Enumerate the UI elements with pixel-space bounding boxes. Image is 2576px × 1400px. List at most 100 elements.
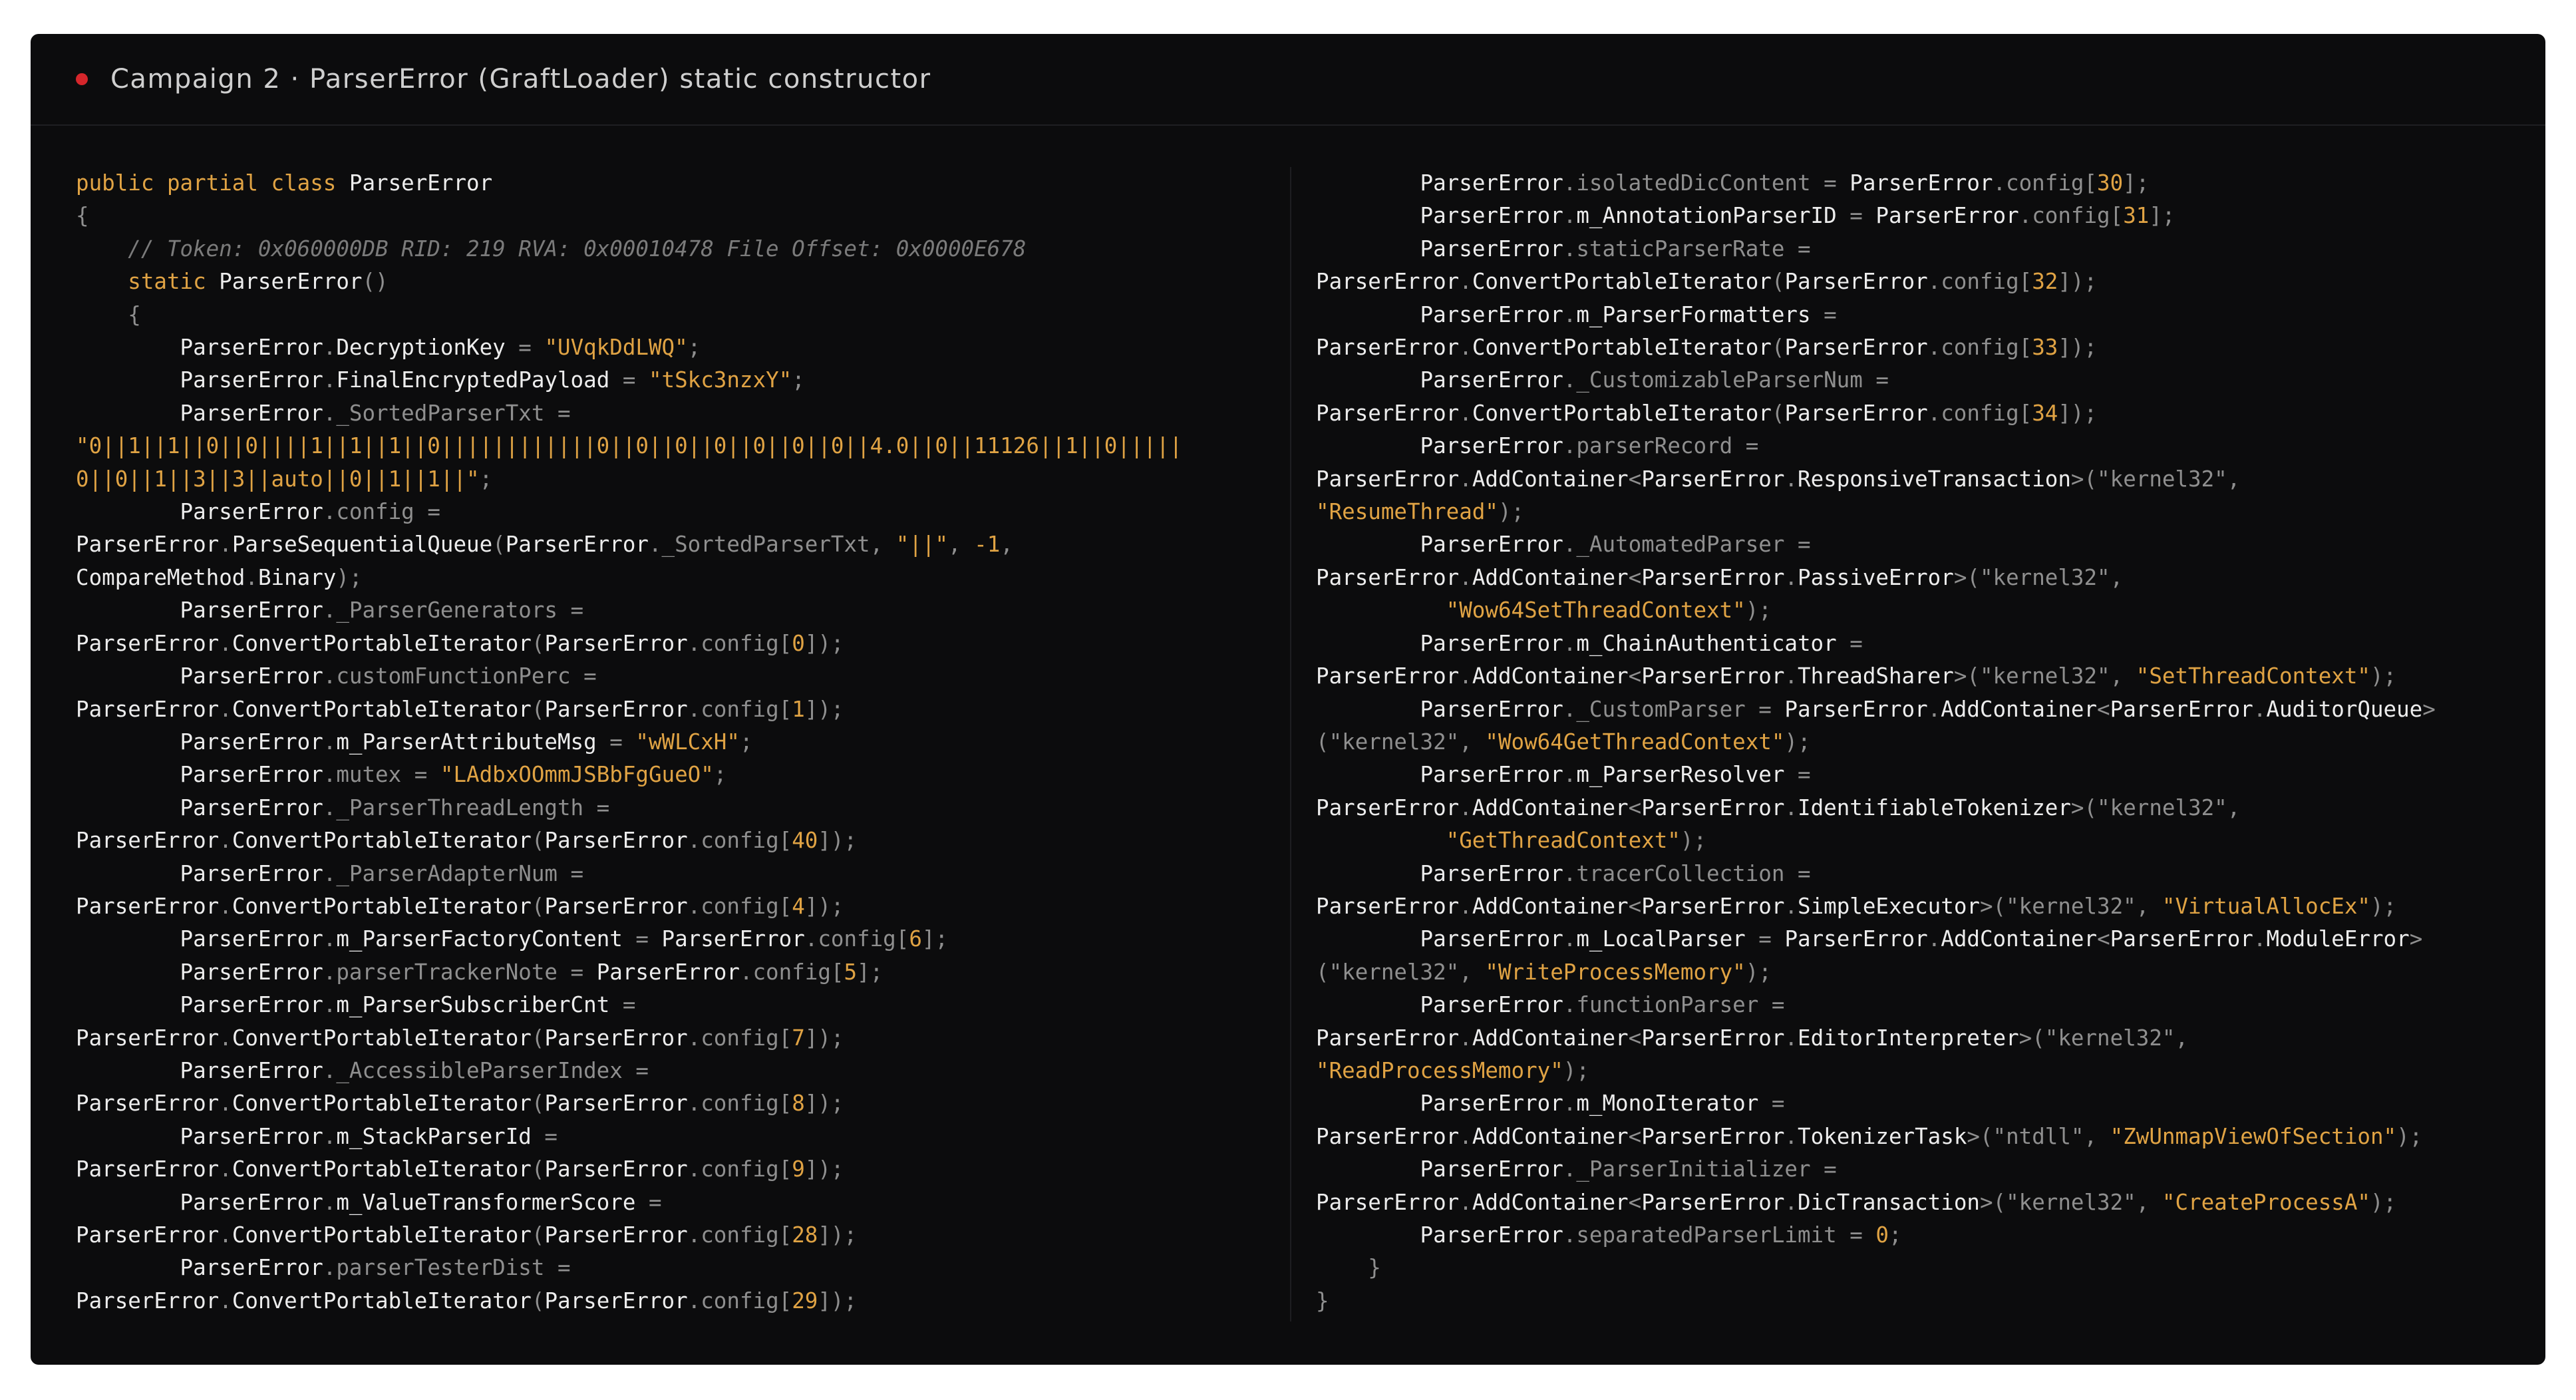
- code-token: (: [1771, 335, 1785, 361]
- code-token: .: [323, 367, 337, 393]
- code-token: ;: [479, 466, 493, 492]
- code-line: ParserError.ParseSequentialQueue(ParserE…: [76, 528, 1273, 561]
- code-token: ParserError: [1316, 1123, 1460, 1149]
- code-token: ParserError: [544, 1091, 688, 1117]
- code-token: ConvertPortableIterator: [1472, 400, 1772, 426]
- code-token: "SetThreadContext": [2136, 663, 2370, 689]
- code-token: =: [622, 926, 662, 952]
- code-token: .: [323, 926, 337, 952]
- code-token: );: [1563, 1057, 1589, 1083]
- code-token: ParserError: [2110, 696, 2253, 722]
- code-line: ParserError.ConvertPortableIterator(Pars…: [1316, 265, 2513, 298]
- code-token: .: [1563, 203, 1577, 229]
- code-token: ParserError: [219, 269, 363, 295]
- code-token: (: [531, 1091, 545, 1117]
- code-line: public partial class ParserError: [76, 167, 1273, 200]
- code-token: ]);: [804, 893, 844, 919]
- code-token: .: [1784, 1123, 1798, 1149]
- code-token: ParserError: [1316, 893, 1460, 919]
- code-token: ParserError: [180, 1123, 323, 1149]
- code-token: >("kernel32",: [1953, 564, 2124, 590]
- code-line: ParserError._ParserAdapterNum =: [76, 858, 1273, 890]
- code-token: ParserError: [76, 1222, 220, 1248]
- code-line: ParserError.m_ParserFactoryContent = Par…: [76, 923, 1273, 956]
- code-token: .: [219, 1288, 232, 1313]
- code-token: ._ParserInitializer =: [1563, 1156, 1837, 1182]
- code-token: =: [635, 1189, 662, 1215]
- code-token: .config[: [1927, 400, 2032, 426]
- code-token: ModuleError: [2266, 926, 2410, 952]
- code-line: ParserError._AccessibleParserIndex =: [76, 1055, 1273, 1087]
- code-token: ConvertPortableIterator: [232, 1288, 532, 1313]
- code-token: ParserError: [1420, 762, 1563, 788]
- code-pane-right[interactable]: ParserError.isolatedDicContent = ParserE…: [1316, 167, 2513, 1317]
- code-token: 31: [2123, 203, 2150, 229]
- code-token: m_ParserAttributeMsg: [336, 729, 597, 755]
- code-token: AddContainer: [1941, 696, 2098, 722]
- code-token: ParserError: [76, 1025, 220, 1051]
- code-token: .parserTesterDist =: [323, 1255, 571, 1281]
- code-line: 0||0||1||3||3||auto||0||1||1||";: [76, 463, 1273, 496]
- code-line: ParserError.ConvertPortableIterator(Pars…: [76, 1087, 1273, 1120]
- code-token: ParserError: [180, 992, 323, 1018]
- code-line: ParserError.AddContainer<ParserError.Tok…: [1316, 1121, 2513, 1153]
- code-token: 0||0||1||3||3||auto||0||1||1||": [76, 466, 480, 492]
- code-token: ParserError: [180, 762, 323, 788]
- code-token: .: [1784, 564, 1798, 590]
- code-token: (: [1771, 269, 1785, 295]
- code-line: ParserError.AddContainer<ParserError.Thr…: [1316, 660, 2513, 693]
- code-token: 33: [2032, 335, 2058, 361]
- code-token: ParserError: [1784, 269, 1928, 295]
- code-token: "Wow64GetThreadContext": [1485, 729, 1785, 755]
- code-token: ParserError: [1641, 564, 1785, 590]
- code-token: ParserError: [1316, 1189, 1460, 1215]
- code-token: .config[: [687, 1222, 792, 1248]
- code-token: .config =: [323, 499, 440, 525]
- code-token: m_ParserFormatters: [1576, 301, 1811, 327]
- code-line: ParserError.parserRecord =: [1316, 430, 2513, 462]
- code-token: .: [1459, 1025, 1472, 1051]
- code-line: ParserError.ConvertPortableIterator(Pars…: [76, 890, 1273, 923]
- code-line: ParserError.mutex = "LAdbxOOmmJSBbFgGueO…: [76, 759, 1273, 791]
- code-line: }: [1316, 1285, 2513, 1317]
- code-line: ParserError.m_MonoIterator =: [1316, 1087, 2513, 1120]
- code-token: ConvertPortableIterator: [232, 893, 532, 919]
- code-token: ConvertPortableIterator: [232, 1091, 532, 1117]
- code-token: .: [219, 1156, 232, 1182]
- code-token: ParserError: [1641, 1189, 1785, 1215]
- code-token: .separatedParserLimit =: [1563, 1222, 1876, 1248]
- code-token: ConvertPortableIterator: [1472, 269, 1772, 295]
- code-pane-left[interactable]: public partial class ParserError { // Tok…: [76, 167, 1273, 1317]
- code-token: m_MonoIterator: [1576, 1091, 1759, 1117]
- code-token: 8: [792, 1091, 805, 1117]
- code-token: .: [219, 1091, 232, 1117]
- code-token: (: [531, 828, 545, 854]
- code-line: ParserError.ConvertPortableIterator(Pars…: [76, 824, 1273, 857]
- code-token: ParserError: [76, 1288, 220, 1313]
- code-token: ];: [857, 959, 884, 985]
- code-token: =: [531, 1123, 558, 1149]
- code-token: 5: [844, 959, 858, 985]
- code-token: ParserError: [1641, 1123, 1785, 1149]
- code-line: ParserError.ConvertPortableIterator(Pars…: [76, 1285, 1273, 1317]
- code-token: ParserError: [180, 598, 323, 623]
- code-token: AddContainer: [1472, 794, 1629, 820]
- code-token: ConvertPortableIterator: [232, 1222, 532, 1248]
- code-token: .config[: [739, 959, 844, 985]
- code-token: .: [1459, 663, 1472, 689]
- code-token: >("kernel32",: [2070, 466, 2253, 492]
- code-token: ParserError: [596, 959, 740, 985]
- code-token: AddContainer: [1941, 926, 2098, 952]
- code-token: (: [531, 1288, 545, 1313]
- code-line: "GetThreadContext");: [1316, 824, 2513, 857]
- code-token: ]);: [804, 696, 844, 722]
